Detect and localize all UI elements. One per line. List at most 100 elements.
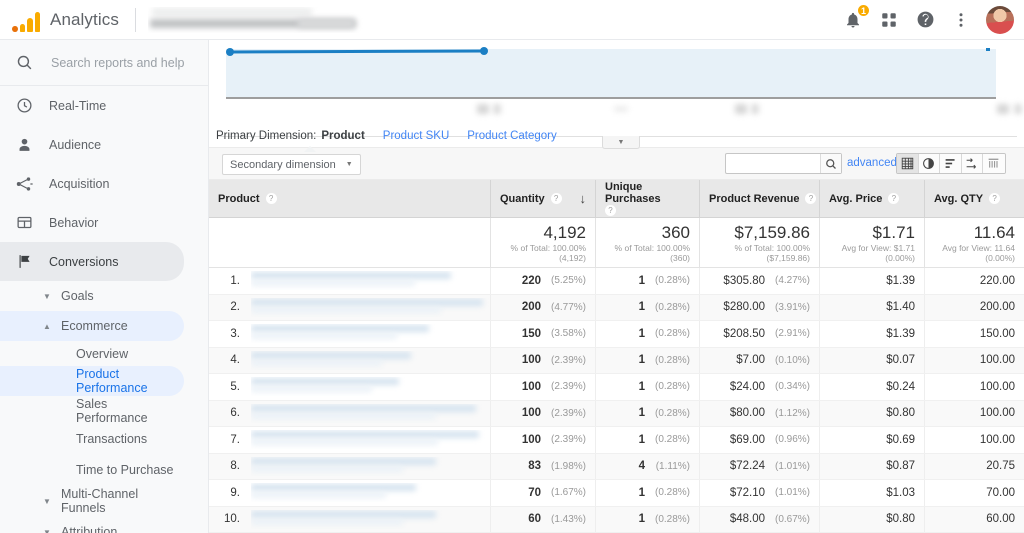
table-search-box[interactable]: [725, 153, 842, 174]
primary-dimension-product-sku[interactable]: Product SKU: [383, 130, 449, 142]
table-row[interactable]: 3. 150 (3.58%) 1 (0.28%) $208.50 (2.91%) $1.39 1…: [209, 321, 1024, 348]
table-row[interactable]: 9. 70 (1.67%) 1 (0.28%) $72.10 (1.01%) $1.03 70.…: [209, 480, 1024, 507]
sidebar-item-overview[interactable]: Overview: [0, 341, 208, 366]
help-icon[interactable]: ?: [989, 193, 1001, 204]
table-row[interactable]: 6. 100 (2.39%) 1 (0.28%) $80.00 (1.12%) $0.80 10…: [209, 400, 1024, 427]
sort-descending-icon[interactable]: ↓: [580, 191, 587, 206]
advanced-filter-link[interactable]: advanced: [847, 157, 897, 169]
sidebar-item-transactions[interactable]: Transactions: [0, 426, 208, 451]
cell-product-revenue: $280.00 (3.91%): [699, 294, 819, 320]
cell-product[interactable]: 1.: [209, 268, 490, 294]
secondary-dimension-button[interactable]: Secondary dimension ▼: [222, 154, 361, 175]
row-number: 5.: [230, 380, 240, 393]
primary-dimension-current[interactable]: Product: [321, 130, 364, 142]
product-name-redacted[interactable]: [251, 457, 490, 476]
chart-collapse-toggle[interactable]: ▼: [602, 136, 640, 149]
cell-avg-price: $0.80: [819, 400, 924, 426]
sidebar-item-acquisition[interactable]: Acquisition: [0, 164, 208, 203]
sidebar-item-real-time[interactable]: Real-Time: [0, 86, 208, 125]
cell-avg-qty: 100.00: [924, 347, 1024, 373]
pivot-icon[interactable]: [983, 154, 1005, 173]
product-name-redacted[interactable]: [251, 510, 490, 529]
column-header-product-revenue[interactable]: Product Revenue ?: [699, 180, 819, 217]
table-row[interactable]: 2. 200 (4.77%) 1 (0.28%) $280.00 (3.91%) $1.40 2…: [209, 294, 1024, 321]
product-name-redacted[interactable]: [251, 483, 490, 502]
trend-chart: ...: [209, 40, 1024, 175]
avg-price-value: $0.24: [886, 380, 915, 393]
primary-dimension-product-category[interactable]: Product Category: [467, 130, 557, 142]
column-header-product[interactable]: Product ?: [209, 180, 490, 217]
more-vert-icon[interactable]: [950, 9, 972, 31]
behavior-window-icon: [14, 213, 34, 233]
table-grid-icon[interactable]: [897, 154, 919, 173]
table-row[interactable]: 7. 100 (2.39%) 1 (0.28%) $69.00 (0.96%) $0.69 10…: [209, 427, 1024, 454]
row-number: 4.: [230, 354, 240, 367]
quantity-value: 200: [521, 301, 541, 314]
summary-cell-avg-qty: 11.64 Avg for View: 11.64 (0.00%): [924, 218, 1024, 267]
cell-product[interactable]: 7.: [209, 427, 490, 453]
sidebar-item-label: Acquisition: [49, 176, 110, 191]
cell-product[interactable]: 3.: [209, 321, 490, 347]
table-row[interactable]: 1. 220 (5.25%) 1 (0.28%) $305.80 (4.27%) $1.39 2…: [209, 268, 1024, 295]
table-row[interactable]: 5. 100 (2.39%) 1 (0.28%) $24.00 (0.34%) $0.24 10…: [209, 374, 1024, 401]
table-row[interactable]: 10. 60 (1.43%) 1 (0.28%) $48.00 (0.67%) $0.80 60…: [209, 506, 1024, 533]
summary-subline-2: (4,192): [559, 252, 586, 263]
cell-product[interactable]: 2.: [209, 295, 490, 321]
sidebar-item-multi-channel-funnels[interactable]: ▼ Multi-Channel Funnels: [0, 485, 208, 517]
product-name-redacted[interactable]: [251, 404, 490, 423]
sidebar-subitem-goals[interactable]: ▼ Goals: [0, 281, 208, 311]
unique-value: 1: [638, 327, 645, 340]
pie-chart-icon[interactable]: [918, 154, 940, 173]
sidebar-item-product-performance[interactable]: Product Performance: [0, 366, 184, 396]
cell-product[interactable]: 9.: [209, 480, 490, 506]
cell-avg-price: $0.07: [819, 347, 924, 373]
table-row[interactable]: 8. 83 (1.98%) 4 (1.11%) $72.24 (1.01%) $0.87 20.…: [209, 453, 1024, 480]
comparison-icon[interactable]: [961, 154, 983, 173]
sidebar-item-audience[interactable]: Audience: [0, 125, 208, 164]
sidebar-item-conversions[interactable]: Conversions: [0, 242, 184, 281]
cell-product[interactable]: 6.: [209, 401, 490, 427]
horizontal-bars-icon[interactable]: [940, 154, 962, 173]
product-name-redacted[interactable]: [251, 271, 490, 290]
cell-avg-price: $0.69: [819, 427, 924, 453]
column-header-avg-price[interactable]: Avg. Price ?: [819, 180, 924, 217]
sidebar-subitem-ecommerce[interactable]: ▲ Ecommerce: [0, 311, 184, 341]
cell-unique-purchases: 4 (1.11%): [595, 453, 699, 479]
help-icon[interactable]: ?: [605, 205, 616, 216]
help-circle-icon[interactable]: [914, 9, 936, 31]
account-name-redacted[interactable]: [148, 7, 368, 33]
table-search-button[interactable]: [820, 154, 841, 173]
product-name-redacted[interactable]: [251, 430, 490, 449]
column-header-avg-qty[interactable]: Avg. QTY ?: [924, 180, 1024, 217]
cell-quantity: 150 (3.58%): [490, 321, 595, 347]
sidebar-item-sales-performance[interactable]: Sales Performance: [0, 396, 208, 426]
apps-grid-icon[interactable]: [878, 9, 900, 31]
cell-product[interactable]: 5.: [209, 374, 490, 400]
sidebar-item-behavior[interactable]: Behavior: [0, 203, 208, 242]
product-name-redacted[interactable]: [251, 351, 490, 370]
column-header-unique-purchases[interactable]: Unique Purchases ?: [595, 180, 699, 217]
help-icon[interactable]: ?: [888, 193, 900, 204]
sidebar-item-time-to-purchase[interactable]: Time to Purchase: [0, 457, 208, 482]
product-name-redacted[interactable]: [251, 377, 490, 396]
bell-icon[interactable]: 1: [842, 3, 870, 31]
help-icon[interactable]: ?: [805, 193, 817, 204]
table-search-input[interactable]: [730, 154, 822, 174]
chevron-down-icon: ▼: [345, 161, 353, 168]
sidebar-item-attribution[interactable]: ▼ Attribution: [0, 517, 208, 533]
product-name-redacted[interactable]: [251, 324, 490, 343]
cell-product[interactable]: 10.: [209, 507, 490, 533]
unique-percent: (0.28%): [654, 513, 690, 525]
cell-product[interactable]: 8.: [209, 454, 490, 480]
unique-value: 1: [638, 407, 645, 420]
search-reports-row[interactable]: [0, 40, 208, 86]
product-name-redacted[interactable]: [251, 298, 490, 317]
help-icon[interactable]: ?: [550, 193, 562, 204]
search-input[interactable]: [49, 54, 189, 71]
column-header-quantity[interactable]: Quantity ? ↓: [490, 180, 595, 217]
sidebar-subitem-label: Attribution: [61, 525, 118, 533]
cell-product[interactable]: 4.: [209, 348, 490, 374]
table-row[interactable]: 4. 100 (2.39%) 1 (0.28%) $7.00 (0.10%) $0.07 100…: [209, 347, 1024, 374]
help-icon[interactable]: ?: [265, 193, 277, 204]
user-avatar-icon[interactable]: [986, 5, 1014, 34]
